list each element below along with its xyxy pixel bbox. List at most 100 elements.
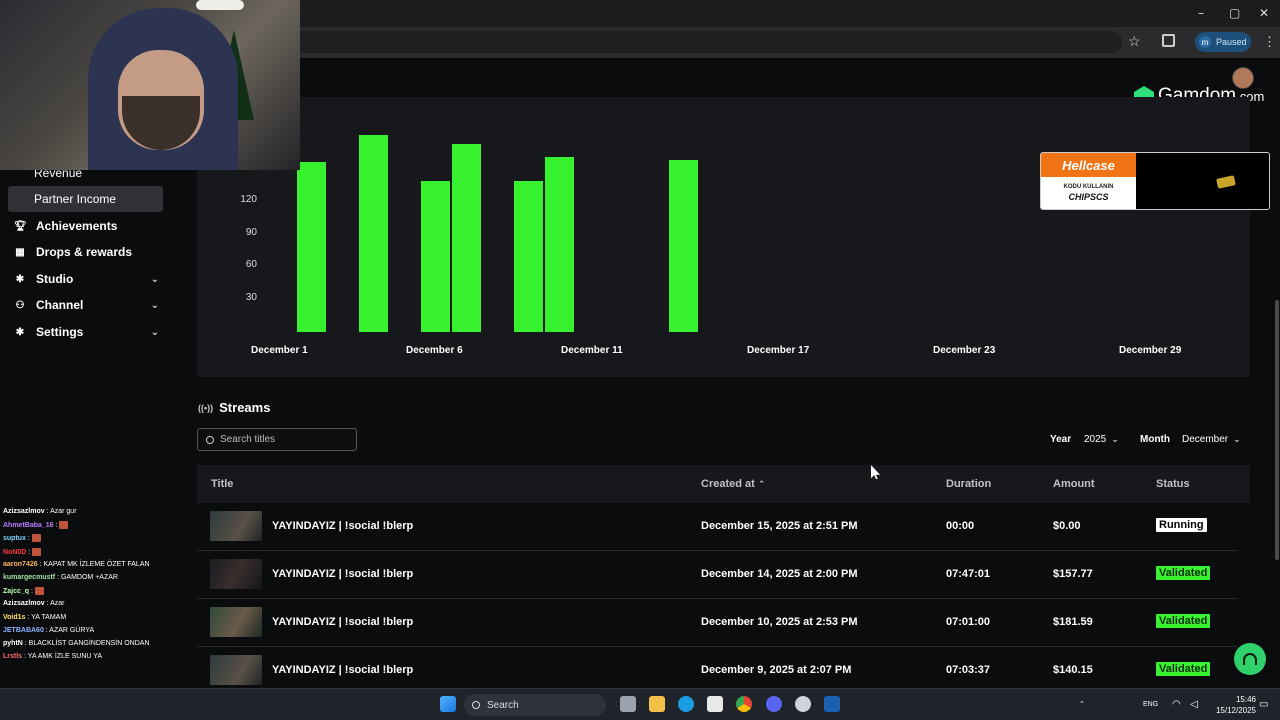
chat-username: JETBABA60: [3, 626, 44, 634]
table-row[interactable]: YAYINDAYIZ | !social !blerp December 15,…: [197, 503, 1237, 551]
table-row[interactable]: YAYINDAYIZ | !social !blerp December 14,…: [197, 551, 1237, 599]
tray-expand-icon[interactable]: ⌃: [1079, 700, 1085, 708]
status-badge: Validated: [1156, 614, 1211, 628]
store-icon[interactable]: [707, 696, 723, 712]
x-tick-label: December 17: [747, 345, 810, 356]
bookmark-star-icon[interactable]: ☆: [1128, 33, 1141, 50]
chart-bar[interactable]: [421, 180, 450, 332]
month-select[interactable]: December ⌄: [1182, 434, 1241, 445]
sidebar-item-achievements[interactable]: 🏆︎ Achievements: [8, 213, 163, 239]
column-amount[interactable]: Amount: [1053, 478, 1095, 490]
stream-duration: 07:01:00: [946, 616, 991, 628]
profile-button[interactable]: m Paused: [1195, 32, 1251, 52]
support-chat-button[interactable]: [1234, 643, 1266, 675]
stream-amount: $157.77: [1053, 568, 1093, 580]
gift-icon: ▦: [15, 246, 25, 258]
page-scrollbar[interactable]: [1275, 300, 1279, 560]
chat-text: : GAMDOM +AZAR: [55, 574, 118, 581]
search-icon: [206, 435, 214, 444]
windows-start-icon[interactable]: [440, 696, 456, 712]
app-icon[interactable]: [795, 696, 811, 712]
taskbar-clock[interactable]: 15:46 15/12/2025: [1208, 694, 1256, 716]
chat-message: NoN0D :: [3, 547, 42, 556]
sidebar-item-label: Settings: [36, 325, 84, 339]
chat-message: Azizsazlmov : Azar: [3, 600, 64, 607]
chart-bar[interactable]: [297, 162, 326, 332]
stream-duration: 07:03:37: [946, 664, 991, 676]
volume-icon[interactable]: ◁: [1190, 699, 1198, 710]
stream-amount: $0.00: [1053, 520, 1081, 532]
windows-taskbar: Search ⌃ ENG ◠ ◁ 15:46 15/12/2025 ▭: [0, 688, 1280, 720]
chart-bar[interactable]: [669, 160, 698, 332]
sort-ascending-icon: ⌃: [757, 480, 766, 490]
maximize-button[interactable]: ▢: [1229, 6, 1240, 20]
chat-text: : Azar: [44, 600, 65, 608]
discord-icon[interactable]: [766, 696, 782, 712]
clock-date: 15/12/2025: [1215, 706, 1256, 715]
chat-message: Void1s : YA TAMAM: [3, 614, 66, 621]
chat-message: Zajcc_q :: [3, 587, 44, 596]
chat-message: pyhtN : BLACKLİST GANGİNDENSİN ONDAN: [3, 640, 150, 647]
clock-time: 15:46: [1235, 695, 1256, 704]
sidebar-item-settings[interactable]: ✱ Settings ⌄: [8, 319, 163, 345]
people-icon: ⚇: [15, 299, 25, 311]
steam-icon[interactable]: [824, 696, 840, 712]
webcam-overlay: [0, 0, 300, 170]
chart-bar[interactable]: [514, 180, 543, 332]
taskbar-search-label: Search: [487, 699, 519, 711]
chevron-down-icon: ⌄: [150, 326, 159, 338]
chat-username: Void1s: [3, 613, 26, 621]
column-created-at[interactable]: Created at ⌃: [701, 478, 765, 490]
year-label: Year: [1050, 434, 1072, 445]
chat-username: NoN0D: [3, 548, 27, 556]
browser-menu-icon[interactable]: ⋮: [1263, 34, 1276, 50]
edge-icon[interactable]: [678, 696, 694, 712]
x-tick-label: December 1: [251, 345, 308, 356]
y-tick-label: 30: [245, 292, 257, 304]
close-window-button[interactable]: ✕: [1259, 6, 1269, 20]
notification-icon[interactable]: ▭: [1259, 699, 1268, 710]
chrome-icon[interactable]: [736, 696, 752, 712]
file-explorer-icon[interactable]: [649, 696, 665, 712]
chat-username: pyhtN: [3, 640, 23, 647]
stream-duration: 07:47:01: [946, 568, 991, 580]
sidebar-item-partner-income[interactable]: Partner Income: [8, 186, 163, 212]
broadcast-icon: ((•)): [198, 402, 214, 413]
column-duration[interactable]: Duration: [946, 478, 991, 490]
language-indicator[interactable]: ENG: [1143, 701, 1158, 708]
stream-title: YAYINDAYIZ | !social !blerp: [272, 520, 414, 532]
sidebar-item-drops-rewards[interactable]: ▦ Drops & rewards: [8, 239, 163, 265]
chat-text: : YA TAMAM: [25, 613, 67, 621]
chat-message: JETBABA60 : AZAR GÜRYA: [3, 627, 94, 634]
search-field[interactable]: [197, 428, 357, 451]
chat-message: Azizsazlmov : Azar gur: [3, 508, 77, 515]
year-select[interactable]: 2025 ⌄: [1084, 434, 1119, 445]
stream-duration: 00:00: [946, 520, 975, 532]
stream-thumbnail: [210, 511, 262, 541]
table-row[interactable]: YAYINDAYIZ | !social !blerp December 10,…: [197, 599, 1237, 647]
search-input[interactable]: [220, 434, 340, 445]
extensions-icon[interactable]: [1162, 34, 1175, 47]
chevron-down-icon: ⌄: [150, 299, 159, 311]
hellcase-brand: Hellcase: [1041, 153, 1136, 177]
chat-username: Azizsazlmov: [3, 508, 45, 515]
stream-created: December 10, 2025 at 2:53 PM: [701, 616, 858, 628]
column-status[interactable]: Status: [1156, 478, 1190, 490]
task-view-icon[interactable]: [620, 696, 636, 712]
sidebar-item-label: Studio: [36, 272, 74, 286]
column-title[interactable]: Title: [211, 478, 233, 490]
stream-created: December 14, 2025 at 2:00 PM: [701, 568, 858, 580]
y-tick-label: 120: [240, 193, 257, 205]
taskbar-search[interactable]: Search: [464, 694, 606, 716]
chevron-down-icon: ⌄: [1111, 434, 1119, 445]
chart-bar[interactable]: [545, 156, 574, 332]
chat-emote-icon: [31, 534, 41, 543]
sidebar-item-studio[interactable]: ✱ Studio ⌄: [8, 266, 163, 292]
wifi-icon[interactable]: ◠: [1172, 699, 1181, 710]
x-tick-label: December 29: [1119, 345, 1182, 356]
chart-bar[interactable]: [359, 135, 388, 332]
chart-bar[interactable]: [452, 143, 481, 332]
sidebar-item-channel[interactable]: ⚇ Channel ⌄: [8, 292, 163, 318]
minimize-button[interactable]: –: [1198, 6, 1204, 20]
chat-message: AhmetBaba_16 :: [3, 521, 69, 530]
